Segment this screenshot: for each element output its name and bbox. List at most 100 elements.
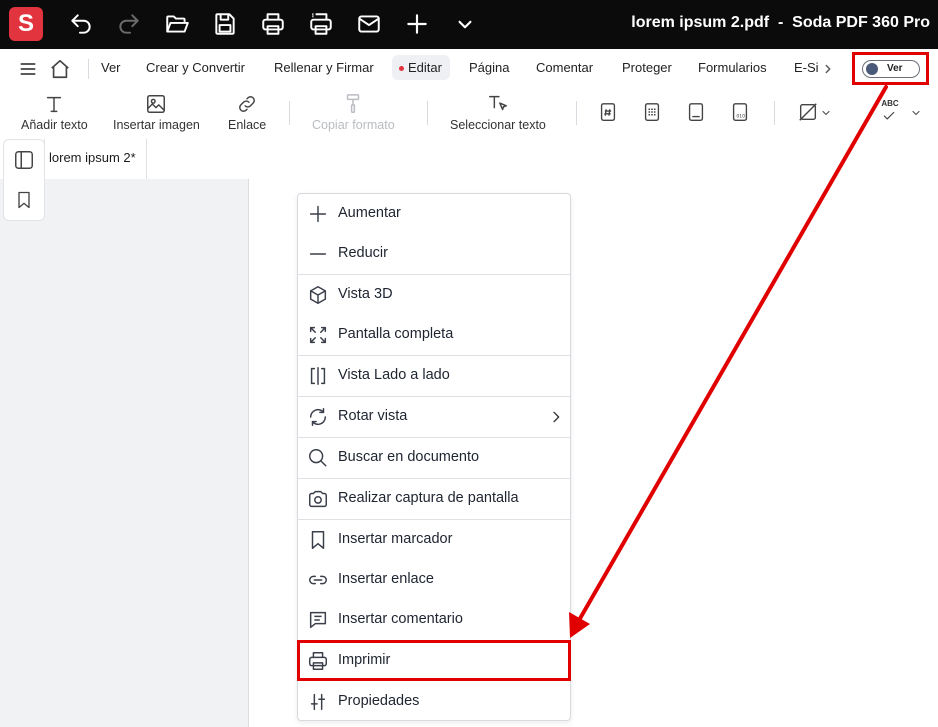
document-tab-bar: lorem ipsum 2* xyxy=(0,139,938,180)
chevron-down-icon[interactable] xyxy=(452,11,478,37)
side-panel-toolbar xyxy=(3,139,45,221)
menu-item-label: Reducir xyxy=(338,245,388,261)
rotate-icon xyxy=(307,406,329,428)
menu-item-aumentar[interactable]: Aumentar xyxy=(298,194,570,234)
select-text-label: Seleccionar texto xyxy=(450,118,546,132)
menu-ver[interactable]: Ver xyxy=(101,60,121,75)
imprimir-highlight-box xyxy=(297,640,571,681)
menu-formularios[interactable]: Formularios xyxy=(698,60,767,75)
sliders-icon xyxy=(307,691,329,713)
menu-item-reducir[interactable]: Reducir xyxy=(298,234,570,274)
menu-item-label: Rotar vista xyxy=(338,408,408,424)
menu-item-vista-3d[interactable]: Vista 3D xyxy=(298,275,570,315)
side-panel-area xyxy=(0,179,249,727)
add-text-label: Añadir texto xyxy=(21,118,88,132)
menu-item-label: Insertar enlace xyxy=(338,571,434,587)
mail-icon[interactable] xyxy=(356,11,382,37)
scroll-right-chevron-icon[interactable] xyxy=(821,62,835,76)
menu-item-label: Propiedades xyxy=(338,693,420,709)
copy-format-label: Copiar formato xyxy=(312,118,395,132)
minus-icon xyxy=(307,243,329,265)
comment-icon xyxy=(307,609,329,631)
chevron-down-icon[interactable] xyxy=(910,107,922,119)
toggle-label: Ver xyxy=(887,63,903,74)
menu-e-sign[interactable]: E-Si xyxy=(794,60,819,75)
menu-item-label: Realizar captura de pantalla xyxy=(338,490,519,506)
view-mode-toggle[interactable]: Ver xyxy=(862,60,920,78)
menu-item-label: Vista Lado a lado xyxy=(338,367,450,383)
edit-toolbar: Añadir texto Insertar imagen Enlace Copi… xyxy=(0,89,938,140)
divider xyxy=(289,101,290,125)
svg-text:010: 010 xyxy=(736,114,745,120)
menu-editar[interactable]: Editar xyxy=(392,55,450,80)
save-icon[interactable] xyxy=(212,11,238,37)
text-icon xyxy=(43,93,65,115)
chevron-down-icon[interactable] xyxy=(820,107,832,119)
grid-page-icon[interactable] xyxy=(641,101,663,123)
menu-comentar[interactable]: Comentar xyxy=(536,60,593,75)
menu-item-insertar-enlace[interactable]: Insertar enlace xyxy=(298,560,570,600)
home-icon[interactable] xyxy=(49,58,71,80)
menu-bar: Ver Crear y Convertir Rellenar y Firmar … xyxy=(0,49,938,90)
toggle-knob xyxy=(866,63,878,75)
page-number-icon[interactable] xyxy=(597,101,619,123)
print-icon[interactable] xyxy=(260,11,286,37)
menu-item-label: Aumentar xyxy=(338,205,401,221)
chevron-right-icon xyxy=(548,409,564,425)
paint-roller-icon xyxy=(342,93,364,115)
add-text-button[interactable]: Añadir texto xyxy=(21,93,88,132)
redact-icon[interactable] xyxy=(797,101,819,123)
select-text-button[interactable]: Seleccionar texto xyxy=(450,93,546,132)
link-icon xyxy=(236,93,258,115)
page-layout-icon[interactable] xyxy=(685,101,707,123)
menu-proteger[interactable]: Proteger xyxy=(622,60,672,75)
menu-item-label: Insertar comentario xyxy=(338,611,463,627)
spell-check-label: ABC xyxy=(881,99,899,108)
document-tab[interactable]: lorem ipsum 2* xyxy=(44,139,147,179)
text-select-cursor-icon xyxy=(487,93,509,115)
search-icon xyxy=(307,447,329,469)
undo-icon[interactable] xyxy=(68,11,94,37)
menu-item-captura-de-pantalla[interactable]: Realizar captura de pantalla xyxy=(298,479,570,519)
link-icon xyxy=(307,569,329,591)
image-icon xyxy=(145,93,167,115)
redo-icon[interactable] xyxy=(116,11,142,37)
insert-image-button[interactable]: Insertar imagen xyxy=(113,93,200,132)
menu-rellenar-y-firmar[interactable]: Rellenar y Firmar xyxy=(274,60,374,75)
divider xyxy=(576,101,577,125)
check-icon xyxy=(882,109,896,123)
new-tab-plus-icon[interactable] xyxy=(404,11,430,37)
menu-pagina[interactable]: Página xyxy=(469,60,509,75)
copy-format-button[interactable]: Copiar formato xyxy=(312,93,395,132)
camera-icon xyxy=(307,488,329,510)
app-logo[interactable]: S xyxy=(9,7,43,41)
menu-item-propiedades[interactable]: Propiedades xyxy=(298,682,570,722)
menu-item-label: Pantalla completa xyxy=(338,326,454,342)
document-title: lorem ipsum 2.pdf - Soda PDF 360 Pro xyxy=(631,14,930,31)
view-mode-toggle-highlight: Ver xyxy=(852,52,929,85)
link-button[interactable]: Enlace xyxy=(228,93,266,132)
spell-check-button[interactable]: ABC xyxy=(877,99,903,127)
menu-item-vista-lado-a-lado[interactable]: Vista Lado a lado xyxy=(298,356,570,396)
cube-icon xyxy=(307,284,329,306)
plus-icon xyxy=(307,203,329,225)
hamburger-menu-icon[interactable] xyxy=(18,59,38,79)
divider xyxy=(88,59,89,79)
menu-item-insertar-comentario[interactable]: Insertar comentario xyxy=(298,600,570,640)
menu-item-pantalla-completa[interactable]: Pantalla completa xyxy=(298,315,570,355)
divider xyxy=(774,101,775,125)
menu-crear-y-convertir[interactable]: Crear y Convertir xyxy=(146,60,245,75)
bates-number-icon[interactable]: 010 xyxy=(729,101,751,123)
scan-icon[interactable] xyxy=(308,11,334,37)
side-by-side-icon xyxy=(307,365,329,387)
bookmark-icon[interactable] xyxy=(14,189,34,211)
open-folder-icon[interactable] xyxy=(164,11,190,37)
menu-item-buscar-en-documento[interactable]: Buscar en documento xyxy=(298,438,570,478)
link-label: Enlace xyxy=(228,118,267,132)
menu-item-label: Buscar en documento xyxy=(338,449,480,465)
menu-item-rotar-vista[interactable]: Rotar vista xyxy=(298,397,570,437)
menu-item-insertar-marcador[interactable]: Insertar marcador xyxy=(298,520,570,560)
panel-toggle-icon[interactable] xyxy=(13,149,35,171)
fullscreen-icon xyxy=(307,324,329,346)
divider xyxy=(427,101,428,125)
